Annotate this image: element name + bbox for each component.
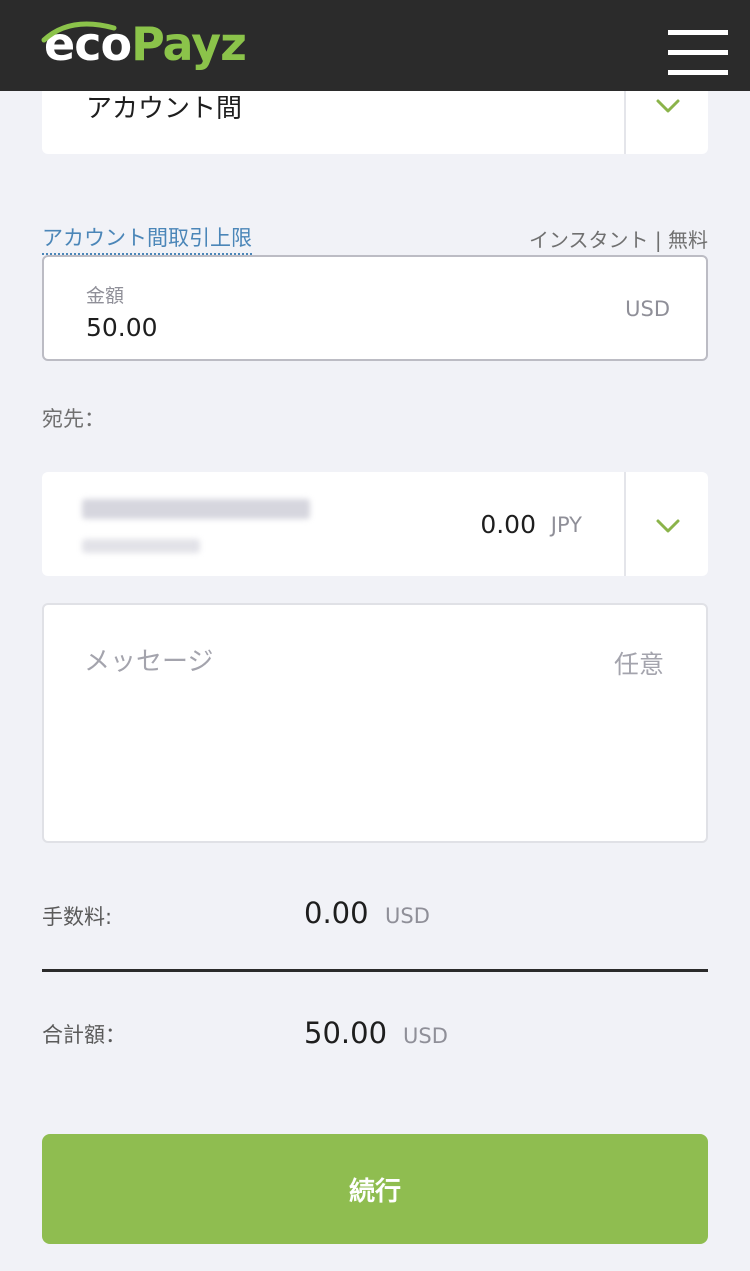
amount-field[interactable]: 金額 50.00 USD — [42, 255, 708, 361]
recipient-account-select[interactable]: 0.00 JPY — [42, 472, 708, 576]
total-currency: USD — [403, 1024, 448, 1048]
summary-divider — [42, 969, 708, 972]
continue-button[interactable]: 続行 — [42, 1134, 708, 1244]
select-divider — [624, 472, 626, 576]
app-header: ecoPayz — [0, 0, 750, 91]
amount-label: 金額 — [86, 285, 125, 307]
logo-swoosh-icon — [41, 21, 117, 43]
recipient-balance: 0.00 — [480, 510, 536, 539]
account-transfer-limits-link[interactable]: アカウント間取引上限 — [42, 222, 252, 255]
chevron-down-icon[interactable] — [655, 98, 681, 114]
fee-label: 手数料: — [42, 905, 113, 929]
fee-currency: USD — [385, 904, 430, 928]
message-input[interactable] — [44, 605, 706, 841]
blurred-account-id — [82, 539, 200, 553]
transfer-type-value: アカウント間 — [86, 94, 243, 124]
transfer-speed-fee-info: インスタント | 無料 — [528, 228, 708, 252]
total-value: 50.00 — [304, 1016, 388, 1050]
recipient-currency: JPY — [550, 513, 582, 537]
fee-value: 0.00 — [304, 896, 369, 930]
amount-value[interactable]: 50.00 — [86, 313, 158, 342]
hamburger-icon[interactable] — [668, 30, 728, 76]
message-optional-label: 任意 — [613, 650, 664, 679]
total-label: 合計額： — [42, 1023, 126, 1047]
chevron-down-icon[interactable] — [655, 518, 681, 534]
ecopayz-logo[interactable]: ecoPayz — [41, 14, 247, 74]
message-field[interactable]: 任意 — [42, 603, 708, 843]
logo-payz-text: Payz — [131, 17, 247, 71]
recipient-label: 宛先： — [42, 407, 105, 431]
blurred-account-name — [82, 499, 310, 519]
amount-currency: USD — [625, 297, 670, 321]
